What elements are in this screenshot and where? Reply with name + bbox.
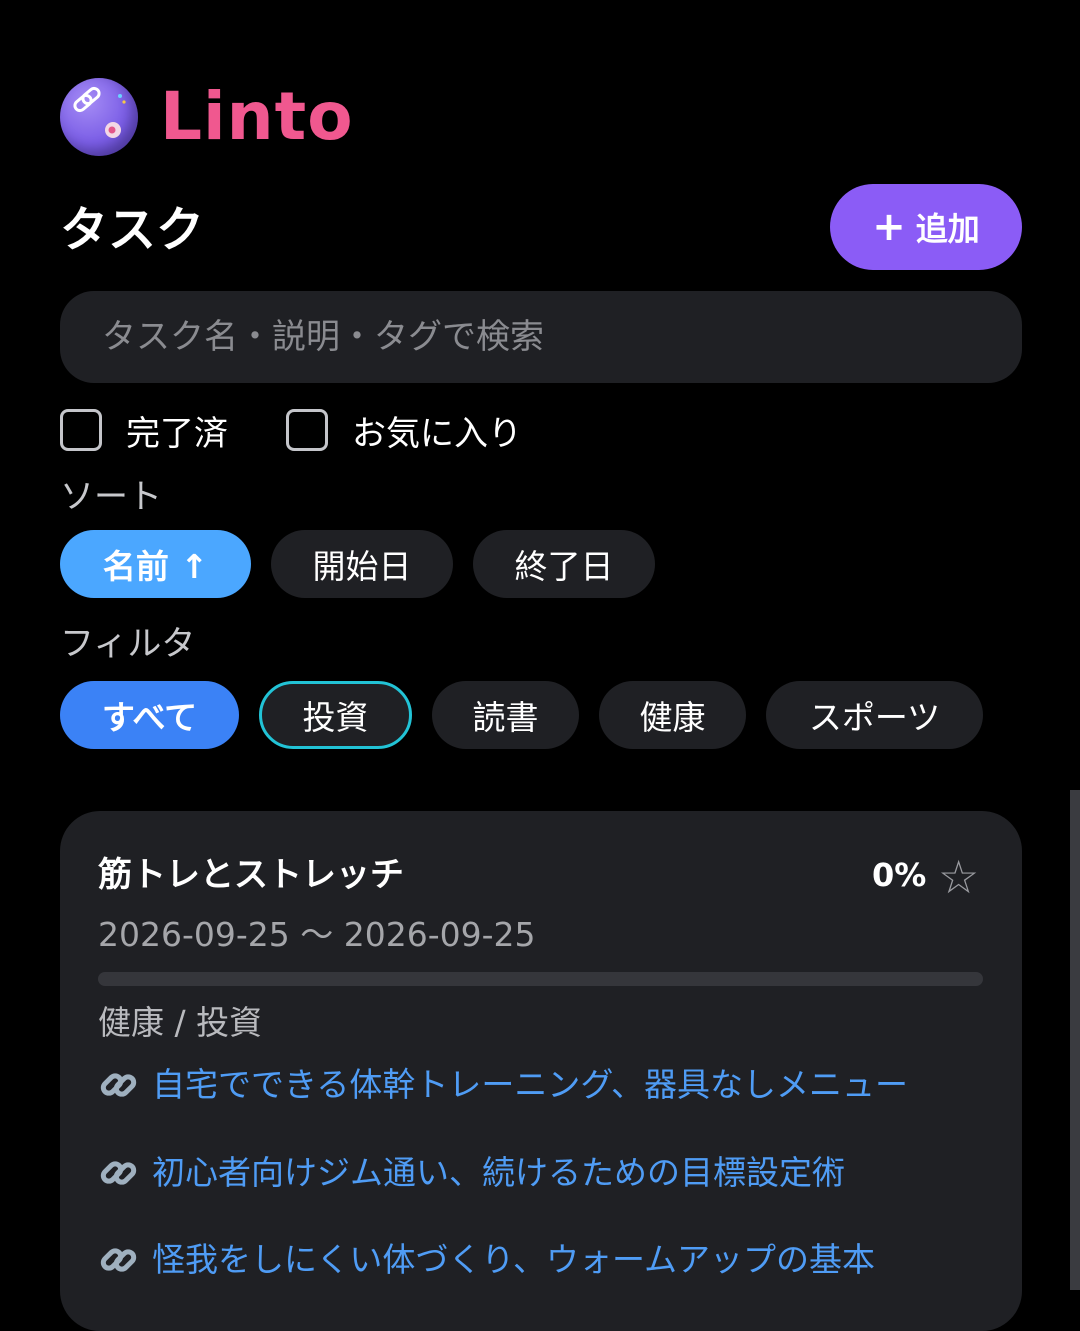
filter-chip-all[interactable]: すべて [60, 681, 239, 749]
task-link[interactable]: 自宅でできる体幹トレーニング、器具なしメニュー [98, 1063, 908, 1107]
sort-label: ソート [60, 477, 162, 517]
task-dates: 2026-09-25 〜 2026-09-25 [98, 915, 536, 954]
checkbox-icon[interactable] [60, 409, 102, 451]
app-logo-icon [60, 78, 138, 156]
checkbox-icon[interactable] [286, 409, 328, 451]
favorites-checkbox[interactable]: お気に入り [286, 406, 522, 455]
filter-chip-reading[interactable]: 読書 [432, 681, 579, 749]
favorites-label: お気に入り [352, 413, 522, 454]
page-title: タスク [60, 202, 205, 258]
filter-label: フィルタ [60, 624, 196, 664]
sort-chip-start-date[interactable]: 開始日 [271, 530, 453, 598]
link-icon [100, 1161, 137, 1185]
search-input[interactable] [100, 316, 984, 358]
plus-icon: + [872, 204, 906, 250]
task-tags: 健康 / 投資 [98, 1003, 263, 1042]
search-bar [60, 291, 1022, 383]
toggle-row: 完了済 お気に入り [60, 402, 580, 458]
star-outline-icon[interactable]: ☆ [938, 851, 979, 903]
completed-checkbox[interactable]: 完了済 [60, 406, 228, 455]
filter-chip-health[interactable]: 健康 [599, 681, 746, 749]
task-title: 筋トレとストレッチ [98, 855, 404, 895]
filter-chip-investment[interactable]: 投資 [259, 681, 412, 749]
completed-label: 完了済 [126, 413, 228, 454]
sort-chip-end-date[interactable]: 終了日 [473, 530, 655, 598]
task-link[interactable]: 怪我をしにくい体づくり、ウォームアップの基本 [98, 1238, 875, 1282]
sort-chip-name[interactable]: 名前 ↑ [60, 530, 251, 598]
scrollbar[interactable] [1070, 790, 1080, 1290]
add-task-button[interactable]: + 追加 [830, 184, 1022, 270]
task-progress-bar [98, 972, 983, 986]
task-link-text[interactable]: 怪我をしにくい体づくり、ウォームアップの基本 [152, 1238, 875, 1282]
task-link-text[interactable]: 初心者向けジム通い、続けるための目標設定術 [152, 1151, 845, 1195]
link-icon [100, 1073, 137, 1097]
brand: Linto [60, 78, 354, 156]
link-icon [100, 1248, 137, 1272]
task-link[interactable]: 初心者向けジム通い、続けるための目標設定術 [98, 1151, 845, 1195]
task-progress-text: 0% [872, 856, 927, 894]
task-card[interactable]: 筋トレとストレッチ 0% ☆ 2026-09-25 〜 2026-09-25 健… [60, 811, 1022, 1331]
add-task-button-label: 追加 [915, 210, 980, 248]
task-link-text[interactable]: 自宅でできる体幹トレーニング、器具なしメニュー [152, 1063, 908, 1107]
filter-chip-sports[interactable]: スポーツ [766, 681, 983, 749]
sort-chips: 名前 ↑ 開始日 終了日 [60, 530, 675, 598]
filter-chips: すべて 投資 読書 健康 スポーツ [60, 681, 1003, 749]
brand-name: Linto [160, 78, 354, 155]
